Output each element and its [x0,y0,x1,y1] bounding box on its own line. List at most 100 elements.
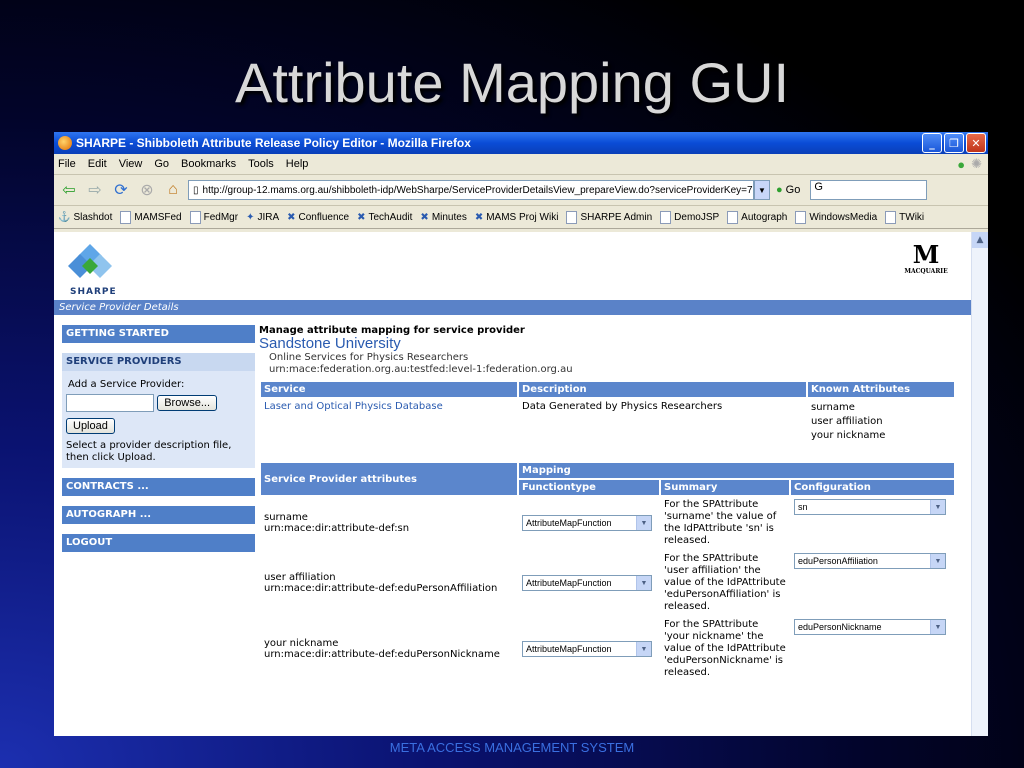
sidebar: GETTING STARTED SERVICE PROVIDERS Add a … [62,325,255,562]
configuration-select[interactable]: eduPersonAffiliation ▼ [794,553,946,569]
minimize-button[interactable]: _ [922,133,942,153]
configuration-select[interactable]: sn ▼ [794,499,946,515]
service-header: Service [261,382,517,397]
sp-attribute-name: user affiliation [264,572,336,583]
menu-view[interactable]: View [119,158,143,170]
table-row: your nickname urn:mace:dir:attribute-def… [261,617,954,681]
chevron-down-icon: ▼ [930,620,945,634]
macquarie-logo: M MACQUARIE [898,242,954,290]
slashdot-icon: ⚓ [58,211,71,223]
bookmark-windowsmedia[interactable]: WindowsMedia [795,210,877,224]
menu-go[interactable]: Go [154,158,169,170]
functiontype-select[interactable]: AttributeMapFunction ▼ [522,575,652,591]
provider-file-input[interactable] [66,394,154,412]
url-text: http://group-12.mams.org.au/shibboleth-i… [202,184,753,196]
bookmark-confluence[interactable]: ✖ Confluence [287,212,349,223]
firefox-icon [58,136,72,150]
sp-urn: urn:mace:federation.org.au:testfed:level… [269,364,573,375]
url-input[interactable]: ▯ http://group-12.mams.org.au/shibboleth… [188,180,754,200]
add-provider-label: Add a Service Provider: [68,379,185,390]
vertical-scrollbar[interactable]: ▲ [971,232,988,736]
page-icon [660,210,672,224]
main-panel: Manage attribute mapping for service pro… [259,325,956,683]
chevron-down-icon: ▼ [930,554,945,568]
sp-attribute-urn: urn:mace:dir:attribute-def:eduPersonAffi… [264,583,498,594]
browse-button[interactable]: Browse... [157,395,218,411]
go-icon: ● [776,184,783,196]
menu-bookmarks[interactable]: Bookmarks [181,158,236,170]
page-icon [885,210,897,224]
wiki-icon: ✖ [474,211,484,223]
update-icon[interactable]: ● [957,157,965,172]
bookmark-minutes[interactable]: ✖ Minutes [420,212,466,223]
bookmark-techaudit[interactable]: ✖ TechAudit [357,212,412,223]
url-dropdown-icon[interactable]: ▼ [754,180,770,200]
nav-getting-started[interactable]: GETTING STARTED [62,325,255,343]
menu-edit[interactable]: Edit [88,158,107,170]
menu-tools[interactable]: Tools [248,158,274,170]
mapping-summary: For the SPAttribute 'your nickname' the … [664,619,786,678]
mapping-summary: For the SPAttribute 'surname' the value … [664,499,777,546]
menu-bar: File Edit View Go Bookmarks Tools Help ●… [54,154,988,175]
menu-help[interactable]: Help [286,158,309,170]
functiontype-header: Functiontype [519,480,659,495]
go-button[interactable]: ● Go [776,184,800,196]
section-bar: Service Provider Details [54,300,972,315]
service-link[interactable]: Laser and Optical Physics Database [264,401,443,412]
configuration-select[interactable]: eduPersonNickname ▼ [794,619,946,635]
bookmark-mams-proj-wiki[interactable]: ✖ MAMS Proj Wiki [475,212,559,223]
close-button[interactable]: ✕ [966,133,986,153]
upload-button[interactable]: Upload [66,418,115,434]
window-titlebar[interactable]: SHARPE - Shibboleth Attribute Release Po… [54,132,988,154]
service-table: Service Description Known Attributes Las… [259,380,956,447]
chevron-down-icon: ▼ [636,516,651,530]
sp-attribute-name: your nickname [264,638,339,649]
known-attribute: surname [811,402,855,413]
page-icon [189,210,201,224]
functiontype-select[interactable]: AttributeMapFunction ▼ [522,641,652,657]
window-title: SHARPE - Shibboleth Attribute Release Po… [76,136,471,150]
macquarie-crest-icon: M [912,240,940,269]
bookmark-jira[interactable]: ✦ JIRA [246,212,279,223]
search-input[interactable]: G [810,180,928,200]
nav-service-providers[interactable]: SERVICE PROVIDERS [62,353,255,371]
back-icon[interactable]: ⇦ [58,179,80,201]
slide-footer: META ACCESS MANAGEMENT SYSTEM [389,740,635,755]
jira-icon: ✦ [246,211,255,223]
bookmark-fedmgr[interactable]: FedMgr [189,210,238,224]
bookmark-demojsp[interactable]: DemoJSP [660,210,719,224]
scroll-up-icon[interactable]: ▲ [972,232,988,248]
menu-file[interactable]: File [58,158,76,170]
sharpe-logo-icon [68,244,112,278]
sharpe-logo-text: SHARPE [70,287,117,297]
nav-logout[interactable]: LOGOUT [62,534,255,552]
bookmark-sharpe-admin[interactable]: SHARPE Admin [566,210,652,224]
maximize-button[interactable]: ❐ [944,133,964,153]
slide-title: Attribute Mapping GUI [234,51,790,114]
upload-help-text: Select a provider description file, then… [66,440,232,463]
known-attributes-header: Known Attributes [808,382,954,397]
reload-icon[interactable]: ⟳ [110,179,132,201]
bookmarks-toolbar: ⚓ Slashdot MAMSFed FedMgr ✦ JIRA ✖ Confluen… [54,206,988,229]
summary-header: Summary [661,480,789,495]
stop-icon[interactable]: ⊗ [136,179,158,201]
add-provider-panel: Add a Service Provider: Browse... Upload… [62,371,255,468]
nav-contracts[interactable]: CONTRACTS ... [62,478,255,496]
home-icon[interactable]: ⌂ [162,179,184,201]
bookmark-twiki[interactable]: TWiki [885,210,924,224]
sp-attribute-urn: urn:mace:dir:attribute-def:sn [264,523,410,534]
bookmark-autograph[interactable]: Autograph [727,210,787,224]
sp-description: Online Services for Physics Researchers [269,352,469,363]
nav-autograph[interactable]: AUTOGRAPH ... [62,506,255,524]
description-header: Description [519,382,806,397]
sp-name: Sandstone University [259,335,401,352]
bookmark-mamsfed[interactable]: MAMSFed [120,210,182,224]
functiontype-select[interactable]: AttributeMapFunction ▼ [522,515,652,531]
forward-icon[interactable]: ⇨ [84,179,106,201]
page-icon [120,210,132,224]
configuration-header: Configuration [791,480,954,495]
bookmark-slashdot[interactable]: ⚓ Slashdot [58,212,112,223]
chevron-down-icon: ▼ [636,642,651,656]
known-attribute: your nickname [811,430,886,441]
chevron-down-icon: ▼ [636,576,651,590]
